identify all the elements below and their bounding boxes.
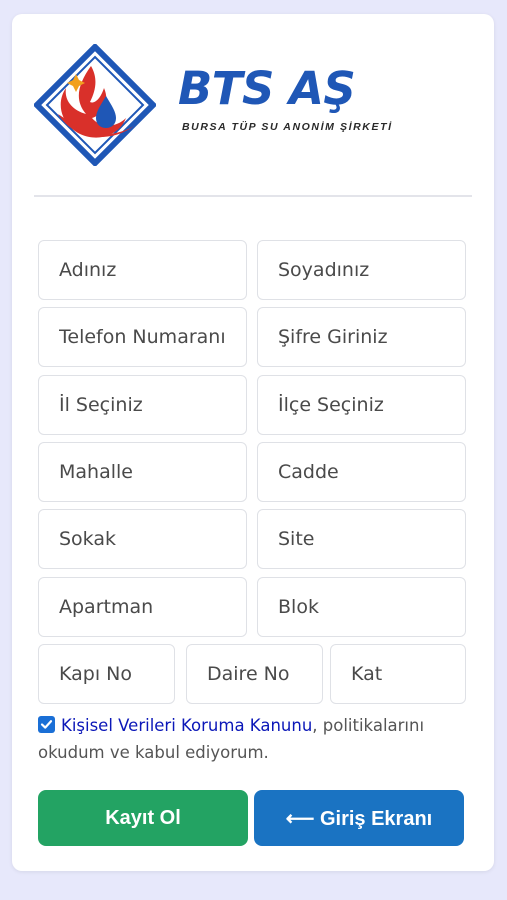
site-input[interactable] bbox=[257, 509, 466, 569]
apartment-input[interactable] bbox=[38, 577, 247, 637]
password-input[interactable] bbox=[257, 307, 466, 367]
neighborhood-input[interactable] bbox=[38, 442, 247, 502]
consent-row: Kişisel Verileri Koruma Kanunu, politika… bbox=[38, 712, 468, 766]
street-input[interactable] bbox=[38, 509, 247, 569]
brand-subtitle: BURSA TÜP SU ANONİM ŞİRKETİ bbox=[182, 121, 393, 133]
login-screen-button[interactable]: ⟵ Giriş Ekranı bbox=[254, 790, 464, 846]
last-name-input[interactable] bbox=[257, 240, 466, 300]
avenue-input[interactable] bbox=[257, 442, 466, 502]
checkbox-checked-icon bbox=[40, 720, 53, 729]
divider bbox=[34, 195, 472, 197]
district-select[interactable] bbox=[257, 375, 466, 435]
bts-logo-icon bbox=[34, 44, 156, 166]
floor-input[interactable] bbox=[330, 644, 466, 704]
door-no-input[interactable] bbox=[38, 644, 175, 704]
register-button[interactable]: Kayıt Ol bbox=[38, 790, 248, 846]
consent-checkbox[interactable] bbox=[38, 716, 55, 733]
brand-logo: BTS AŞ BURSA TÜP SU ANONİM ŞİRKETİ bbox=[34, 44, 464, 172]
flat-no-input[interactable] bbox=[186, 644, 323, 704]
first-name-input[interactable] bbox=[38, 240, 247, 300]
block-input[interactable] bbox=[257, 577, 466, 637]
city-select[interactable] bbox=[38, 375, 247, 435]
phone-input[interactable] bbox=[38, 307, 247, 367]
kvkk-link[interactable]: Kişisel Verileri Koruma Kanunu bbox=[61, 716, 312, 735]
brand-title: BTS AŞ bbox=[178, 62, 356, 115]
